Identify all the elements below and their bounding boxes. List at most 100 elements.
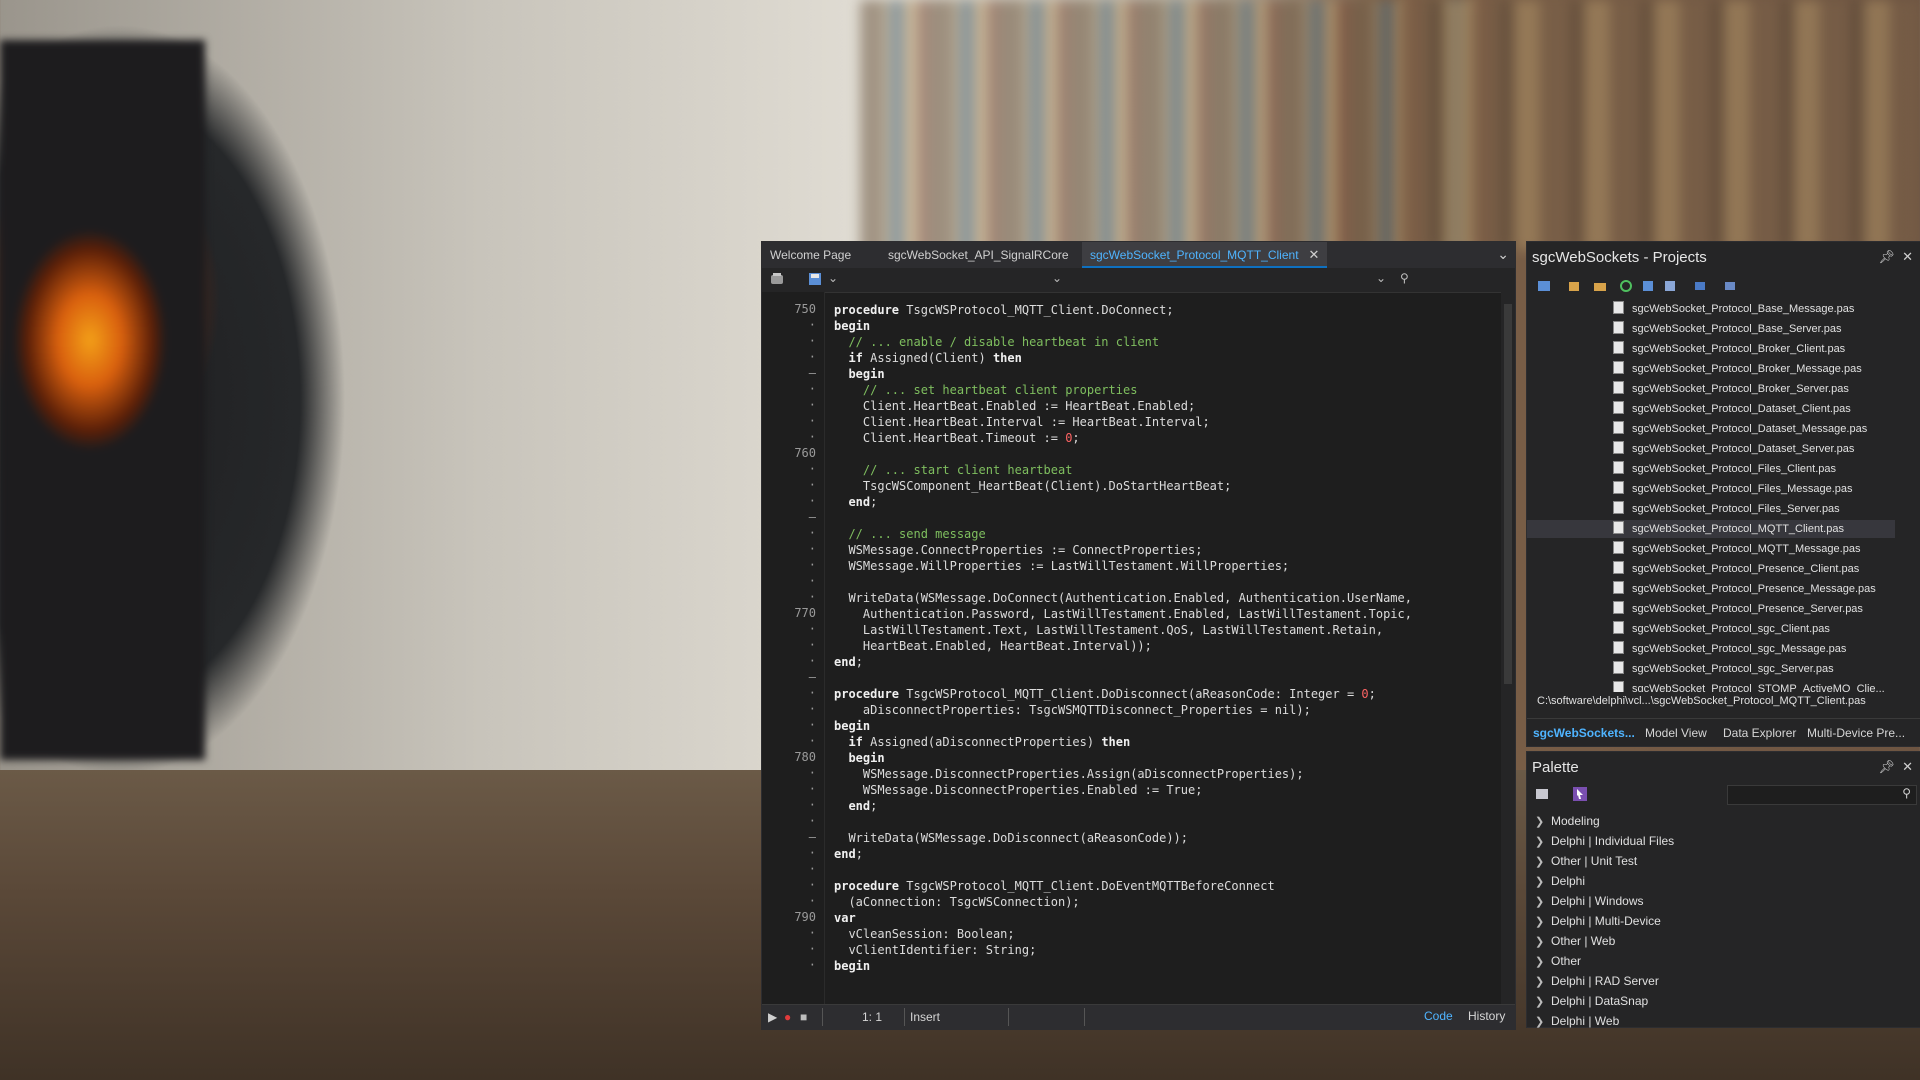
chevron-right-icon[interactable]: ❯ (1535, 813, 1551, 831)
tree-item-file[interactable]: sgcWebSocket_Protocol_Presence_Message.p… (1613, 580, 1876, 598)
code-token: Client.HeartBeat.Interval := HeartBeat.I… (834, 415, 1210, 429)
tree-item-file[interactable]: sgcWebSocket_Protocol_sgc_Message.pas (1613, 640, 1846, 658)
pin-icon[interactable]: 📌︎ (1878, 759, 1895, 774)
palette-category[interactable]: ❯ Delphi (1535, 872, 1585, 890)
build-icon[interactable] (1693, 279, 1707, 293)
add-file-icon[interactable] (1567, 279, 1581, 293)
line-number: – (808, 670, 816, 684)
tree-item-file[interactable]: sgcWebSocket_Protocol_Presence_Server.pa… (1613, 600, 1863, 618)
tree-item-file[interactable]: sgcWebSocket_Protocol_Broker_Message.pas (1613, 360, 1862, 378)
tab-history[interactable]: History (1468, 1009, 1505, 1023)
tree-item-file[interactable]: sgcWebSocket_Protocol_Dataset_Client.pas (1613, 400, 1851, 418)
chevron-down-icon[interactable]: ⌄ (1497, 246, 1509, 263)
line-number: – (808, 830, 816, 844)
palette-category[interactable]: ❯ Other | Web (1535, 932, 1615, 950)
tree-item-label: sgcWebSocket_Protocol_Presence_Server.pa… (1632, 603, 1863, 615)
tree-item-file[interactable]: sgcWebSocket_Protocol_sgc_Server.pas (1613, 660, 1834, 678)
line-number: · (808, 734, 816, 748)
tab-model-view[interactable]: Model View (1645, 726, 1707, 740)
tab-mqtt-client[interactable]: sgcWebSocket_Protocol_MQTT_Client ✕ (1082, 242, 1328, 268)
tree-item-label: sgcWebSocket_Protocol_Base_Server.pas (1632, 323, 1842, 335)
chevron-right-icon[interactable]: ❯ (1535, 913, 1551, 931)
tab-welcome-page[interactable]: Welcome Page (762, 242, 859, 268)
tree-item-file[interactable]: sgcWebSocket_Protocol_Base_Message.pas (1613, 300, 1854, 318)
palette-category[interactable]: ❯ Delphi | DataSnap (1535, 992, 1648, 1010)
chevron-down-icon[interactable]: ⌄ (1052, 271, 1062, 285)
tree-item-label: sgcWebSocket_Protocol_Files_Client.pas (1632, 463, 1837, 475)
vertical-scrollbar[interactable] (1501, 292, 1515, 1010)
chevron-right-icon[interactable]: ❯ (1535, 973, 1551, 991)
file-icon (1613, 301, 1624, 314)
tree-item-file[interactable]: sgcWebSocket_Protocol_Base_Server.pas (1613, 320, 1842, 338)
refresh-icon[interactable] (1619, 279, 1633, 293)
file-icon (1613, 601, 1624, 614)
chevron-right-icon[interactable]: ❯ (1535, 873, 1551, 891)
code-token: end (834, 847, 856, 861)
file-icon (1613, 421, 1624, 434)
chevron-right-icon[interactable]: ❯ (1535, 853, 1551, 871)
chevron-down-icon[interactable]: ⌄ (1376, 271, 1386, 285)
palette-category[interactable]: ❯ Delphi | RAD Server (1535, 972, 1659, 990)
code-line: Client.HeartBeat.Timeout := 0; (834, 430, 1474, 446)
close-icon[interactable]: ✕ (1902, 759, 1913, 774)
palette-category[interactable]: ❯ Delphi | Individual Files (1535, 832, 1674, 850)
component-icon[interactable] (770, 272, 784, 286)
chevron-right-icon[interactable]: ❯ (1535, 1013, 1551, 1031)
palette-search-input[interactable] (1727, 785, 1917, 805)
tree-item-file[interactable]: sgcWebSocket_Protocol_Files_Client.pas (1613, 460, 1836, 478)
chevron-down-icon[interactable]: ⌄ (828, 271, 838, 285)
chevron-right-icon[interactable]: ❯ (1535, 953, 1551, 971)
tab-code[interactable]: Code (1424, 1009, 1453, 1023)
separator (822, 1008, 823, 1026)
categories-icon[interactable] (1535, 787, 1549, 801)
tree-item-file[interactable]: sgcWebSocket_Protocol_MQTT_Message.pas (1613, 540, 1860, 558)
palette-category[interactable]: ❯ Other | Unit Test (1535, 852, 1637, 870)
chevron-right-icon[interactable]: ❯ (1535, 833, 1551, 851)
tab-data-explorer[interactable]: Data Explorer (1723, 726, 1796, 740)
palette-category[interactable]: ❯ Other (1535, 952, 1581, 970)
sync-icon[interactable] (1641, 279, 1655, 293)
layout-icon[interactable] (1723, 279, 1737, 293)
view-icon[interactable] (1663, 279, 1677, 293)
tree-item-file[interactable]: sgcWebSocket_Protocol_Files_Server.pas (1613, 500, 1840, 518)
chevron-right-icon[interactable]: ❯ (1535, 993, 1551, 1011)
palette-category[interactable]: ❯ Delphi | Web (1535, 1012, 1619, 1030)
code-token: end (848, 799, 871, 813)
palette-category[interactable]: ❯ Delphi | Windows (1535, 892, 1643, 910)
tree-item-file[interactable]: sgcWebSocket_Protocol_MQTT_Client.pas (1613, 520, 1844, 538)
save-icon[interactable] (808, 272, 822, 286)
open-folder-icon[interactable] (1593, 279, 1607, 293)
background-cabinet (1400, 0, 1920, 250)
tree-item-file[interactable]: sgcWebSocket_Protocol_Presence_Client.pa… (1613, 560, 1859, 578)
tree-item-file[interactable]: sgcWebSocket_Protocol_Broker_Client.pas (1613, 340, 1845, 358)
tab-sgcwebsockets[interactable]: sgcWebSockets... (1533, 726, 1635, 740)
close-icon[interactable]: ✕ (1309, 247, 1320, 262)
tab-signalrcore[interactable]: sgcWebSocket_API_SignalRCore (880, 242, 1077, 268)
search-icon[interactable]: ⚲ (1902, 786, 1911, 800)
palette-category[interactable]: ❯ Modeling (1535, 812, 1600, 830)
tree-item-file[interactable]: sgcWebSocket_Protocol_Files_Message.pas (1613, 480, 1853, 498)
search-icon[interactable]: ⚲ (1400, 271, 1409, 285)
tree-item-label: sgcWebSocket_Protocol_Files_Server.pas (1632, 503, 1840, 515)
palette-category[interactable]: ❯ Delphi | Multi-Device (1535, 912, 1661, 930)
chevron-right-icon[interactable]: ❯ (1535, 893, 1551, 911)
pointer-icon[interactable] (1573, 787, 1587, 801)
close-icon[interactable]: ✕ (1902, 249, 1913, 264)
tree-item-file[interactable]: sgcWebSocket_Protocol_STOMP_ActiveMQ_Cli… (1613, 680, 1885, 692)
project-tree[interactable]: sgcWebSocket_Protocol_Base_Message.passg… (1527, 300, 1905, 692)
activate-icon[interactable] (1537, 279, 1551, 293)
play-icon[interactable]: ▶ (768, 1010, 777, 1024)
record-icon[interactable]: ● (784, 1010, 791, 1024)
tree-item-file[interactable]: sgcWebSocket_Protocol_Dataset_Server.pas (1613, 440, 1854, 458)
tree-item-file[interactable]: sgcWebSocket_Protocol_Dataset_Message.pa… (1613, 420, 1867, 438)
tree-item-file[interactable]: sgcWebSocket_Protocol_sgc_Client.pas (1613, 620, 1830, 638)
scrollbar-thumb[interactable] (1504, 304, 1512, 684)
code-area[interactable]: procedure TsgcWSProtocol_MQTT_Client.DoC… (834, 302, 1474, 1010)
chevron-right-icon[interactable]: ❯ (1535, 933, 1551, 951)
stop-icon[interactable]: ■ (800, 1010, 807, 1024)
tab-multi-device-preview[interactable]: Multi-Device Pre... (1807, 726, 1905, 740)
tree-item-file[interactable]: sgcWebSocket_Protocol_Broker_Server.pas (1613, 380, 1849, 398)
pin-icon[interactable]: 📌︎ (1878, 249, 1895, 264)
line-number: · (808, 494, 816, 508)
background-stove (0, 40, 205, 760)
